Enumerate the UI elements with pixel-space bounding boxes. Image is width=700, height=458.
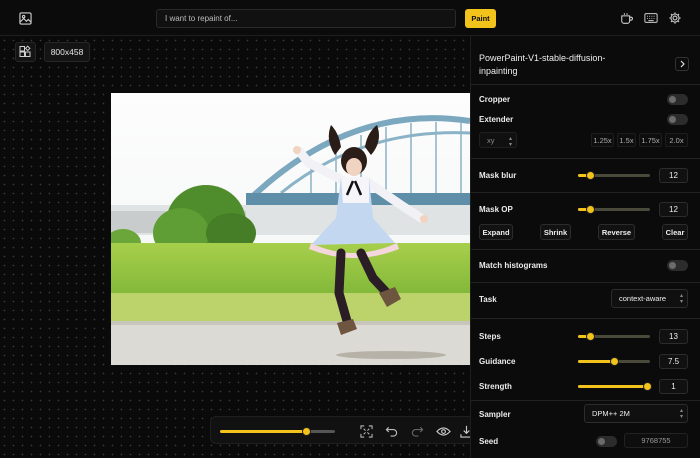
scale-button-3[interactable]: 1.75x bbox=[639, 133, 662, 147]
fit-screen-icon[interactable] bbox=[358, 423, 374, 439]
slider-thumb[interactable] bbox=[585, 332, 595, 341]
divider bbox=[471, 84, 700, 85]
expand-button[interactable]: Expand bbox=[479, 224, 513, 240]
settings-panel: PowerPaint-V1-stable-diffusion-inpaintin… bbox=[470, 36, 700, 458]
brush-size-slider[interactable] bbox=[220, 427, 335, 436]
settings-icon[interactable] bbox=[667, 10, 683, 26]
extender-direction-value: xy bbox=[487, 135, 495, 145]
layers-button[interactable] bbox=[15, 42, 36, 62]
seed-label: Seed bbox=[479, 437, 499, 446]
sampler-value: DPM++ 2M bbox=[592, 409, 630, 418]
mask-blur-label: Mask blur bbox=[479, 171, 517, 180]
select-caret-icon: ▴ ▾ bbox=[679, 293, 683, 305]
mask-op-input[interactable]: 12 bbox=[659, 202, 688, 217]
divider bbox=[471, 192, 700, 193]
mask-blur-slider[interactable] bbox=[578, 171, 650, 180]
seed-input[interactable]: 9768755 bbox=[624, 433, 688, 448]
extender-toggle[interactable] bbox=[667, 114, 688, 125]
guidance-label: Guidance bbox=[479, 357, 516, 366]
clear-button[interactable]: Clear bbox=[662, 224, 688, 240]
seed-toggle[interactable] bbox=[596, 436, 617, 447]
coffee-icon[interactable] bbox=[619, 10, 635, 26]
mask-blur-input[interactable]: 12 bbox=[659, 168, 688, 183]
redo-icon[interactable] bbox=[409, 423, 425, 439]
canvas-image[interactable] bbox=[111, 93, 470, 365]
brush-size-fill bbox=[220, 430, 307, 433]
slider-fill bbox=[578, 360, 614, 363]
steps-slider[interactable] bbox=[578, 332, 650, 341]
scale-button-1[interactable]: 1.25x bbox=[591, 133, 614, 147]
model-name: PowerPaint-V1-stable-diffusion-inpaintin… bbox=[479, 53, 606, 76]
chevron-right-icon bbox=[680, 60, 685, 68]
layers-icon bbox=[19, 45, 31, 57]
steps-input[interactable]: 13 bbox=[659, 329, 688, 344]
undo-icon[interactable] bbox=[383, 423, 399, 439]
match-histograms-toggle[interactable] bbox=[667, 260, 688, 271]
task-value: context-aware bbox=[619, 294, 667, 303]
brush-size-thumb[interactable] bbox=[301, 427, 311, 436]
steps-label: Steps bbox=[479, 332, 501, 341]
bottom-toolbar bbox=[210, 416, 473, 444]
slider-thumb[interactable] bbox=[585, 205, 595, 214]
slider-thumb[interactable] bbox=[642, 382, 652, 391]
divider bbox=[471, 400, 700, 401]
cropper-toggle[interactable] bbox=[667, 94, 688, 105]
cropper-label: Cropper bbox=[479, 95, 511, 104]
strength-slider[interactable] bbox=[578, 382, 652, 391]
slider-thumb[interactable] bbox=[609, 357, 619, 366]
prompt-input[interactable]: I want to repaint of... bbox=[156, 9, 456, 28]
guidance-input[interactable]: 7.5 bbox=[659, 354, 688, 369]
image-upload-icon[interactable] bbox=[17, 10, 33, 26]
mask-op-slider[interactable] bbox=[578, 205, 650, 214]
divider bbox=[471, 158, 700, 159]
divider bbox=[471, 318, 700, 319]
eye-icon[interactable] bbox=[435, 423, 451, 439]
task-select[interactable]: context-aware ▴ ▾ bbox=[611, 289, 688, 308]
strength-input[interactable]: 1 bbox=[659, 379, 688, 394]
mask-op-label: Mask OP bbox=[479, 205, 513, 214]
extender-direction-select[interactable]: xy ▴ ▾ bbox=[479, 132, 517, 148]
extender-label: Extender bbox=[479, 115, 514, 124]
reverse-button[interactable]: Reverse bbox=[598, 224, 635, 240]
sampler-label: Sampler bbox=[479, 410, 511, 419]
slider-thumb[interactable] bbox=[585, 171, 595, 180]
select-caret-icon: ▴ ▾ bbox=[508, 136, 512, 148]
strength-label: Strength bbox=[479, 382, 512, 391]
select-caret-icon: ▴ ▾ bbox=[679, 408, 683, 420]
task-label: Task bbox=[479, 295, 497, 304]
guidance-slider[interactable] bbox=[578, 357, 650, 366]
scale-button-2[interactable]: 1.5x bbox=[617, 133, 636, 147]
divider bbox=[471, 282, 700, 283]
model-select-button[interactable] bbox=[675, 57, 689, 71]
scale-button-4[interactable]: 2.0x bbox=[665, 133, 688, 147]
match-histograms-label: Match histograms bbox=[479, 261, 548, 270]
top-bar: I want to repaint of... Paint bbox=[0, 0, 700, 36]
keyboard-icon[interactable] bbox=[643, 10, 659, 26]
slider-fill bbox=[578, 385, 648, 388]
sampler-select[interactable]: DPM++ 2M ▴ ▾ bbox=[584, 404, 688, 423]
paint-button[interactable]: Paint bbox=[465, 9, 496, 28]
shrink-button[interactable]: Shrink bbox=[540, 224, 571, 240]
divider bbox=[471, 249, 700, 250]
image-size-badge: 800x458 bbox=[44, 42, 90, 62]
